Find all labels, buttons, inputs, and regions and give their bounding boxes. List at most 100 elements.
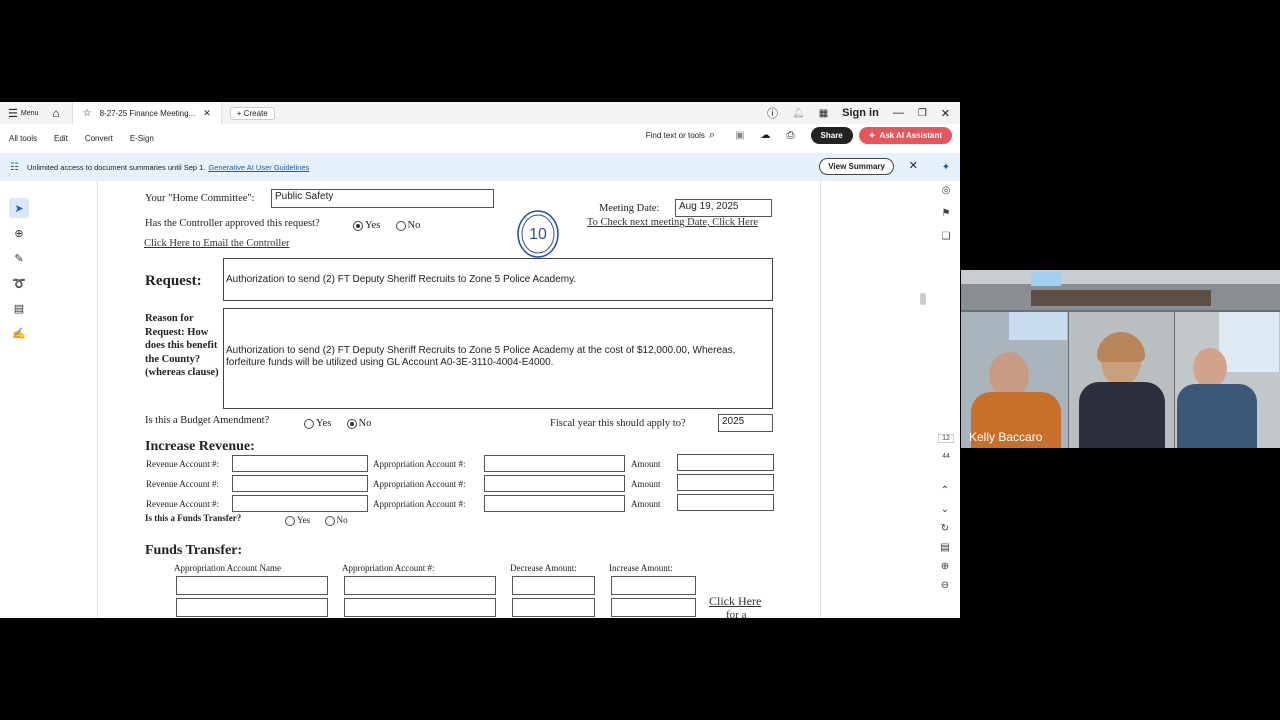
zoom-in-icon[interactable]: ⊕ [941,561,949,572]
controller-yes-label: Yes [365,220,381,231]
funds-no-radio[interactable] [324,515,335,526]
reason-field[interactable]: Authorization to send (2) FT Deputy Sher… [223,308,773,409]
amount-label-1: Amount [631,459,661,469]
budget-amendment-question: Is this a Budget Amendment? [145,415,270,426]
pdf-viewer-window: ☰ Menu ⌂ ☆ 8-27-25 Finance Meeting... ✕ … [0,102,960,618]
scrollbar-thumb[interactable] [920,293,926,305]
budget-no-radio[interactable] [346,418,357,429]
pencil-icon[interactable]: ✎ [9,248,29,268]
video-feed: Kelly Baccaro [961,270,1280,448]
guidelines-link[interactable]: Generative AI User Guidelines [208,163,309,172]
view-summary-button[interactable]: View Summary [819,158,894,175]
page-thumbnail-icon[interactable]: ▤ [940,542,949,553]
revenue-account-field-2[interactable] [232,475,368,492]
document-tab[interactable]: ☆ 8-27-25 Finance Meeting... ✕ [71,102,222,124]
star-icon[interactable]: ☆ [83,108,92,119]
chevron-up-icon[interactable]: ⌃ [941,485,949,496]
email-controller-link[interactable]: Click Here to Email the Controller [144,238,290,249]
participant-tile-3 [1175,312,1280,448]
amount-field-1[interactable] [677,454,774,471]
text-box-icon[interactable]: ▤ [9,298,29,318]
transfer-name-field-1[interactable] [176,576,328,595]
print-icon[interactable]: ⎙ [787,130,795,141]
fiscal-year-field[interactable]: 2025 [718,414,773,432]
comment-icon[interactable]: ◎ [942,185,951,196]
home-icon[interactable]: ⌂ [52,106,59,120]
help-icon[interactable]: ⓘ [767,105,778,121]
revenue-account-field-1[interactable] [232,455,368,472]
appropriation-account-field-1[interactable] [484,455,625,472]
rotate-icon[interactable]: ↻ [941,523,949,534]
ai-summary-icon[interactable]: ✦ [942,162,950,173]
bell-icon[interactable]: 🔔︎ [792,108,805,119]
ask-ai-label: Ask AI Assistant [879,131,942,140]
minimize-icon[interactable]: — [893,107,904,119]
appropriation-account-field-2[interactable] [484,475,625,492]
apps-grid-icon[interactable]: ▦ [819,108,828,119]
funds-no-label: No [336,515,348,525]
edit-tab[interactable]: Edit [54,134,68,143]
save-icon[interactable]: ▣ [735,130,744,141]
transfer-increase-field-2[interactable] [611,598,696,617]
pages-icon[interactable]: ❏ [942,231,951,242]
transfer-increase-field-1[interactable] [611,576,696,595]
home-committee-label: Your "Home Committee": [145,193,255,204]
request-field[interactable]: Authorization to send (2) FT Deputy Sher… [223,258,773,301]
controller-no-radio[interactable] [395,220,406,231]
fiscal-year-label: Fiscal year this should apply to? [550,418,686,429]
transfer-decrease-field-2[interactable] [512,598,595,617]
meeting-date-label: Meeting Date: [599,203,660,214]
signature-icon[interactable]: ✍ [9,323,29,343]
click-here-link[interactable]: Click Here [709,594,761,609]
amount-label-2: Amount [631,479,661,489]
transfer-number-field-2[interactable] [344,598,496,617]
current-page-number[interactable]: 12 [938,434,954,443]
next-meeting-link[interactable]: To Check next meeting Date, Click Here [587,217,758,228]
lasso-icon[interactable]: ➰ [9,273,29,293]
budget-no-label: No [358,418,372,429]
maximize-icon[interactable]: ❐ [918,108,927,119]
transfer-number-field-1[interactable] [344,576,496,595]
share-button[interactable]: Share [810,127,853,144]
esign-tab[interactable]: E-Sign [130,134,154,143]
controller-yes-radio[interactable] [353,220,363,231]
create-button[interactable]: + Create [229,106,275,120]
all-tools-tab[interactable]: All tools [9,134,37,143]
transfer-decrease-field-1[interactable] [512,576,595,595]
title-bar: ☰ Menu ⌂ ☆ 8-27-25 Finance Meeting... ✕ … [0,102,960,124]
meeting-date-field[interactable]: Aug 19, 2025 [675,199,772,217]
sign-in-button[interactable]: Sign in [842,107,879,119]
chevron-down-icon[interactable]: ⌄ [941,504,949,515]
home-committee-field[interactable]: Public Safety [271,189,494,208]
banner-text: Unlimited access to document summaries u… [26,162,206,172]
transfer-name-field-2[interactable] [176,598,328,617]
close-window-icon[interactable]: ✕ [941,107,950,120]
appropriation-account-field-3[interactable] [484,495,625,512]
controller-radio-group: Yes No [353,220,420,231]
search-icon[interactable]: ⌕ [709,129,715,142]
find-input[interactable]: Find text or tools [646,131,705,140]
select-cursor-icon[interactable]: ➤ [9,198,29,218]
total-pages: 44 [942,453,950,460]
summary-icon: ☷ [10,161,19,173]
zoom-comment-icon[interactable]: ⊕ [9,223,29,243]
ask-ai-button[interactable]: ✦ Ask AI Assistant [858,127,952,144]
upload-cloud-icon[interactable]: ☁ [761,130,771,141]
amount-field-2[interactable] [677,474,774,491]
navigation-buttons: ⌃ ⌄ ↻ ▤ ⊕ ⊖ [937,485,953,599]
close-tab-icon[interactable]: ✕ [203,108,211,119]
close-banner-icon[interactable]: ✕ [909,159,918,172]
participant-tile-1 [961,312,1068,448]
funds-yes-radio[interactable] [285,515,295,526]
amount-field-3[interactable] [677,494,774,511]
hamburger-icon: ☰ [8,107,18,120]
zoom-out-icon[interactable]: ⊖ [941,580,949,591]
menu-button[interactable]: ☰ Menu [8,107,38,120]
budget-yes-radio[interactable] [304,418,314,429]
document-scrollbar[interactable] [919,181,927,618]
revenue-account-field-3[interactable] [232,495,368,512]
bookmark-icon[interactable]: ⚑ [942,208,951,219]
convert-tab[interactable]: Convert [85,134,113,143]
request-heading: Request: [145,273,202,289]
ai-sparkle-icon: ✦ [868,131,876,140]
